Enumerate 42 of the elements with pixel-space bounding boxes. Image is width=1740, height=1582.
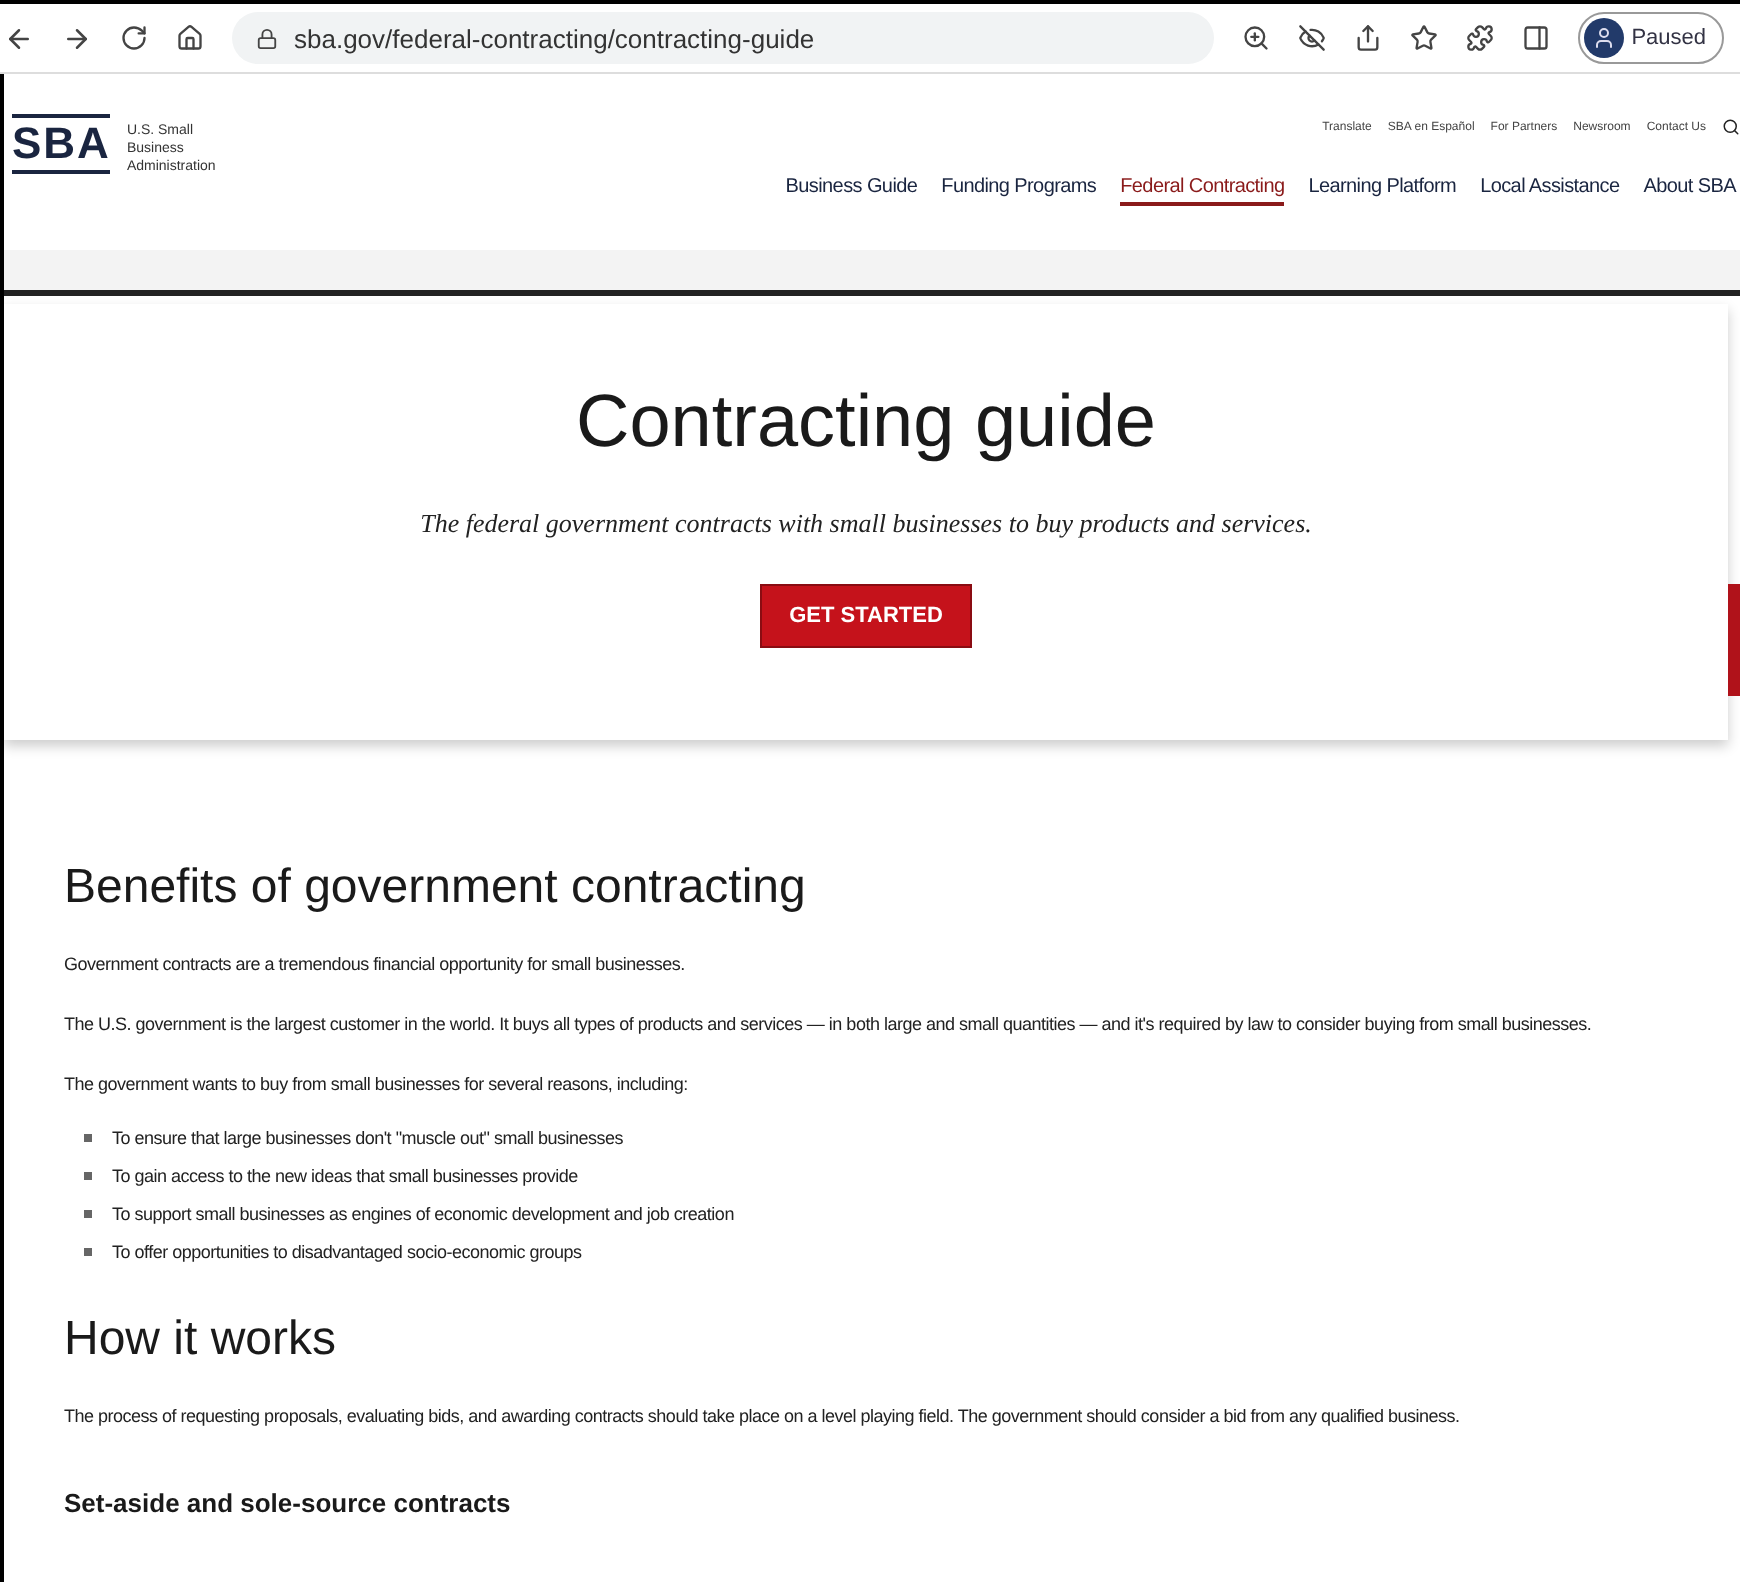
nav-link[interactable]: Funding Programs — [941, 176, 1097, 206]
side-panel-icon[interactable] — [1521, 24, 1550, 52]
get-started-button[interactable]: GET STARTED — [759, 584, 973, 648]
logo[interactable]: SBA — [12, 114, 111, 174]
bullet-icon — [84, 1210, 92, 1218]
back-icon[interactable] — [4, 23, 34, 53]
section-heading: How it works — [64, 1312, 337, 1368]
address-bar[interactable]: sba.gov/federal-contracting/contracting-guide — [232, 12, 1214, 64]
nav-link[interactable]: Local Assistance — [1480, 176, 1620, 206]
star-icon[interactable] — [1409, 24, 1438, 52]
nav-link[interactable]: Federal Contracting — [1120, 176, 1285, 206]
lock-icon — [256, 27, 278, 49]
eye-off-icon[interactable] — [1297, 24, 1326, 52]
bullet-icon — [84, 1248, 92, 1256]
bullet-text: To offer opportunities to disadvantaged socio-economic groups — [112, 1240, 582, 1266]
reload-icon[interactable] — [120, 24, 148, 52]
puzzle-icon[interactable] — [1465, 24, 1494, 52]
carousel-edge — [1728, 584, 1740, 696]
zoom-icon[interactable] — [1241, 24, 1270, 52]
forward-icon[interactable] — [62, 23, 92, 53]
paragraph: The process of requesting proposals, evaluating bids, and awarding contracts should take place on a level playing field. The government should consider a bid from any qualified business. — [64, 1404, 1462, 1430]
hero-subtitle: The federal government contracts with small businesses to buy products and services. — [420, 508, 1312, 540]
bullet-text: To gain access to the new ideas that small businesses provide — [112, 1164, 578, 1190]
hero-title: Contracting guide — [575, 380, 1157, 464]
bullet-text: To support small businesses as engines of economic development and job creation — [112, 1202, 734, 1228]
avatar-icon — [1583, 18, 1624, 58]
share-icon[interactable] — [1353, 24, 1382, 52]
section-heading: Set-aside and sole-source contracts — [64, 1488, 511, 1518]
paragraph: Government contracts are a tremendous financial opportunity for small businesses. — [64, 952, 687, 978]
bullet-icon — [84, 1134, 92, 1142]
url-text: sba.gov/federal-contracting/contracting-guide — [294, 23, 815, 53]
bullet-icon — [84, 1172, 92, 1180]
nav-link[interactable]: About SBA — [1643, 176, 1736, 206]
search-icon[interactable] — [1722, 118, 1740, 136]
paragraph: The government wants to buy from small businesses for several reasons, including: — [64, 1072, 690, 1098]
paragraph: The U.S. government is the largest customer in the world. It buys all types of products and services — in both large and small quantities — and it's required by law to consider buying from small businesses. — [64, 1012, 1594, 1038]
nav-link[interactable]: Learning Platform — [1308, 176, 1457, 206]
section-heading: Benefits of government contracting — [64, 860, 806, 916]
profile-button[interactable]: Paused — [1577, 12, 1724, 64]
bullet-text: To ensure that large businesses don't "muscle out" small businesses — [112, 1126, 623, 1152]
home-icon[interactable] — [176, 24, 204, 52]
nav-link[interactable]: Business Guide — [785, 176, 918, 206]
